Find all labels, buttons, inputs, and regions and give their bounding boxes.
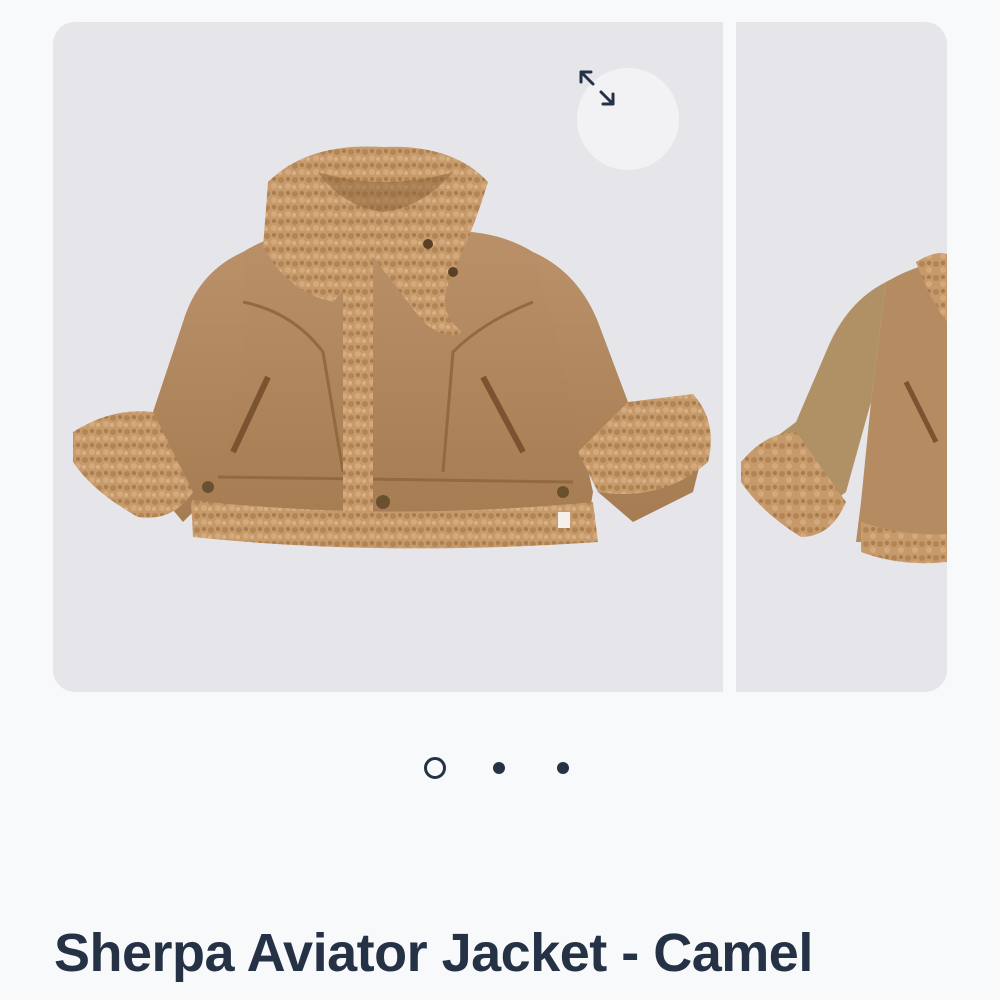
expand-image-button[interactable]	[577, 68, 679, 170]
carousel-dot-3[interactable]	[557, 762, 569, 774]
carousel-pagination	[0, 755, 1000, 781]
product-image-carousel[interactable]	[53, 22, 947, 692]
product-page: Sherpa Aviator Jacket - Camel	[0, 0, 1000, 1000]
carousel-dot-1-active[interactable]	[424, 757, 446, 779]
product-title: Sherpa Aviator Jacket - Camel	[54, 923, 813, 983]
expand-arrows-icon	[579, 70, 615, 106]
product-image-slide-2[interactable]	[736, 22, 947, 692]
carousel-dot-2[interactable]	[493, 762, 505, 774]
jacket-image-side	[741, 253, 947, 564]
product-image-slide-1[interactable]	[53, 22, 723, 692]
